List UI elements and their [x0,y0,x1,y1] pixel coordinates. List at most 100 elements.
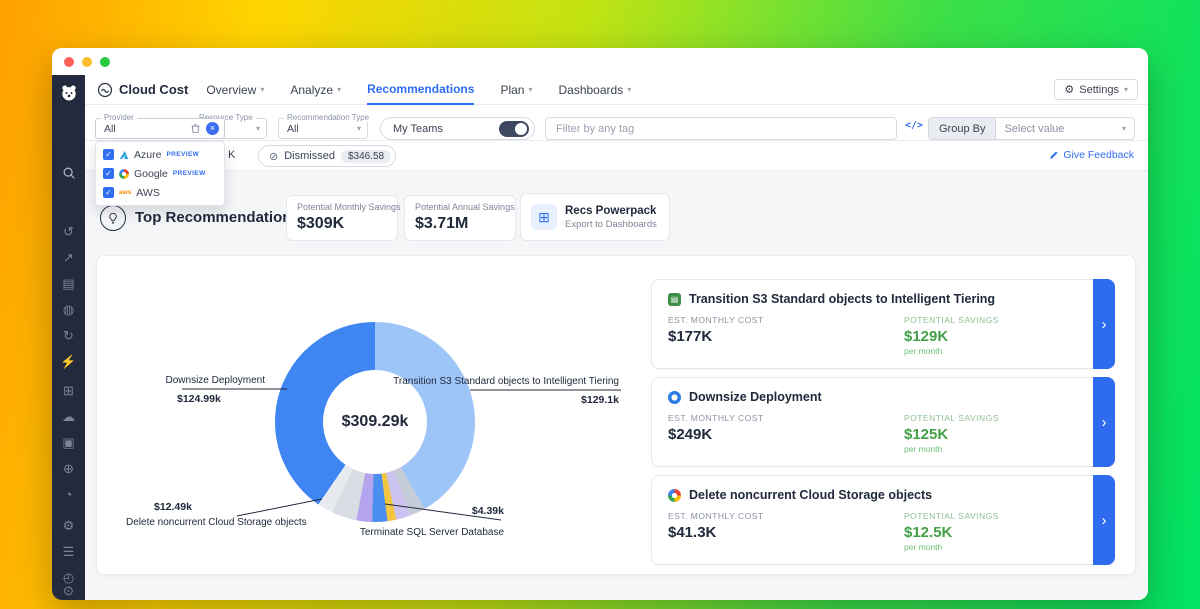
reports-icon[interactable]: ▤ [62,277,74,290]
checkbox-checked-icon[interactable]: ✓ [103,168,114,179]
add-icon[interactable]: ⊕ [63,462,74,475]
recommendation-type-select[interactable]: Recommendation Type All ▾ [278,118,368,139]
potential-savings-label: POTENTIAL SAVINGS [904,413,999,423]
est-monthly-cost-value: $249K [668,426,1074,443]
chevron-right-icon: › [1102,316,1107,333]
trend-icon[interactable]: ↗ [63,251,74,264]
usage-icon[interactable]: ◔ [65,488,73,501]
nav-plan[interactable]: Plan▾ [500,75,532,105]
apps-icon[interactable]: ⊞ [63,384,74,397]
tag-filter-input[interactable] [545,117,897,140]
trash-icon[interactable] [190,123,201,134]
est-monthly-cost-value: $41.3K [668,524,1074,541]
group-by-select[interactable]: Group By Select value▾ [928,117,1135,140]
app-logo-title: Cloud Cost [97,82,188,98]
filter-bar: Resource Type ▾ Recommendation Type All … [85,105,1148,141]
potential-savings-value: $125K [904,426,999,443]
my-teams-switch[interactable] [499,121,529,137]
mascot-logo-icon[interactable] [59,83,79,108]
layers-icon[interactable]: ▣ [62,436,74,449]
annual-savings-card: Potential Annual Savings $3.71M [404,195,516,241]
my-teams-toggle-pill[interactable]: My Teams [380,117,535,140]
open-recommendation-button[interactable]: › [1093,279,1115,369]
cloud-icon[interactable]: ☁ [62,410,75,423]
provider-dropdown-open: Provider All × ✓ Azure PREVIEW ✓ [95,118,225,206]
provider-value: All [104,123,185,135]
refresh-icon[interactable]: ↻ [63,329,74,342]
recommendation-card[interactable]: Delete noncurrent Cloud Storage objects … [651,475,1115,565]
callout-left-value: $124.99k [177,393,221,405]
chevron-down-icon: ▾ [337,85,341,94]
partially-hidden-pill[interactable]: K [228,149,235,161]
top-nav: Overview▾ Analyze▾ Recommendations Plan▾… [206,75,631,105]
s3-icon: ▤ [668,293,681,306]
search-icon[interactable] [62,166,76,185]
nav-overview[interactable]: Overview▾ [206,75,264,105]
app-header: Cloud Cost Overview▾ Analyze▾ Recommenda… [85,75,1148,105]
aws-icon: aws [119,189,131,196]
globe-icon[interactable]: ◍ [63,303,74,316]
provider-option-google[interactable]: ✓ Google PREVIEW [96,164,224,183]
nav-recommendations[interactable]: Recommendations [367,75,474,105]
recommendation-card[interactable]: Downsize Deployment EST. MONTHLY COST $2… [651,377,1115,467]
dismissed-pill[interactable]: ⊘ Dismissed $346.58 [258,145,396,167]
help-icon[interactable]: ⊙ [63,584,74,597]
close-window-button[interactable] [64,57,74,67]
status-row: K ⊘ Dismissed $346.58 Give Feedback [85,141,1148,171]
open-recommendation-button[interactable]: › [1093,377,1115,467]
recommendations-panel: $309.29k Downsize Deployment $124.99k Tr… [96,255,1136,575]
settings-button[interactable]: ⚙ Settings ▾ [1054,79,1138,100]
minimize-window-button[interactable] [82,57,92,67]
open-recommendation-button[interactable]: › [1093,475,1115,565]
history-icon[interactable]: ↺ [63,225,74,238]
google-icon [119,169,129,179]
chevron-down-icon: ▾ [256,124,260,133]
clear-selection-icon[interactable]: × [206,122,219,135]
preview-badge: PREVIEW [166,151,199,158]
chevron-right-icon: › [1102,414,1107,431]
callout-bottom-right-value: $4.39k [472,505,504,517]
provider-options-panel: ✓ Azure PREVIEW ✓ Google PREVIEW ✓ aws [95,141,225,206]
admin-icon[interactable]: ⚙ [63,519,75,532]
code-filter-icon[interactable]: </> [905,120,923,131]
potential-savings-label: POTENTIAL SAVINGS [904,511,999,521]
menu-icon[interactable]: ☰ [63,545,75,558]
checkbox-checked-icon[interactable]: ✓ [103,187,114,198]
recs-powerpack-button[interactable]: ⊞ Recs Powerpack Export to Dashboards [520,193,670,241]
callout-right-value: $129.1k [581,394,619,406]
section-title: Top Recommendations [135,209,300,226]
nav-analyze[interactable]: Analyze▾ [290,75,341,105]
recommendations-icon[interactable]: ⚡ [60,355,76,368]
cloud-cost-logo-icon [97,82,113,98]
monthly-savings-card: Potential Monthly Savings $309K [286,195,398,241]
mascot-logo-svg [59,83,79,103]
chevron-down-icon: ▾ [627,85,631,94]
powerpack-icon: ⊞ [531,204,557,230]
zoom-window-button[interactable] [100,57,110,67]
main-area: Cloud Cost Overview▾ Analyze▾ Recommenda… [85,75,1148,600]
recommendation-title: Transition S3 Standard objects to Intell… [689,292,995,306]
deployment-icon [668,391,681,404]
chevron-down-icon: ▾ [357,124,361,133]
recommendation-card[interactable]: ▤ Transition S3 Standard objects to Inte… [651,279,1115,369]
recommendation-type-label: Recommendation Type [284,113,372,122]
callout-bottom-right-name: Terminate SQL Server Database [360,527,504,538]
provider-label: Provider [101,113,137,122]
callout-bottom-left-name: Delete noncurrent Cloud Storage objects [126,517,307,528]
app-sidebar: ↺ ↗ ▤ ◍ ↻ ⚡ ⊞ ☁ ▣ ⊕ ◔ ⚙ ☰ ◴ ⊙ M [52,75,85,600]
provider-option-aws[interactable]: ✓ aws AWS [96,183,224,202]
per-month-label: per month [904,346,999,356]
annual-savings-value: $3.71M [415,215,505,233]
give-feedback-link[interactable]: Give Feedback [1049,149,1134,161]
provider-select[interactable]: Provider All × [95,118,225,139]
pencil-icon [1049,150,1059,160]
nav-dashboards[interactable]: Dashboards▾ [558,75,631,105]
lightbulb-icon [100,205,126,231]
group-by-value: Select value [1004,123,1064,135]
content-area: Top Recommendations Potential Monthly Sa… [85,171,1148,600]
monthly-savings-value: $309K [297,215,387,233]
checkbox-checked-icon[interactable]: ✓ [103,149,114,160]
azure-icon [119,150,129,160]
provider-option-azure[interactable]: ✓ Azure PREVIEW [96,145,224,164]
per-month-label: per month [904,542,999,552]
